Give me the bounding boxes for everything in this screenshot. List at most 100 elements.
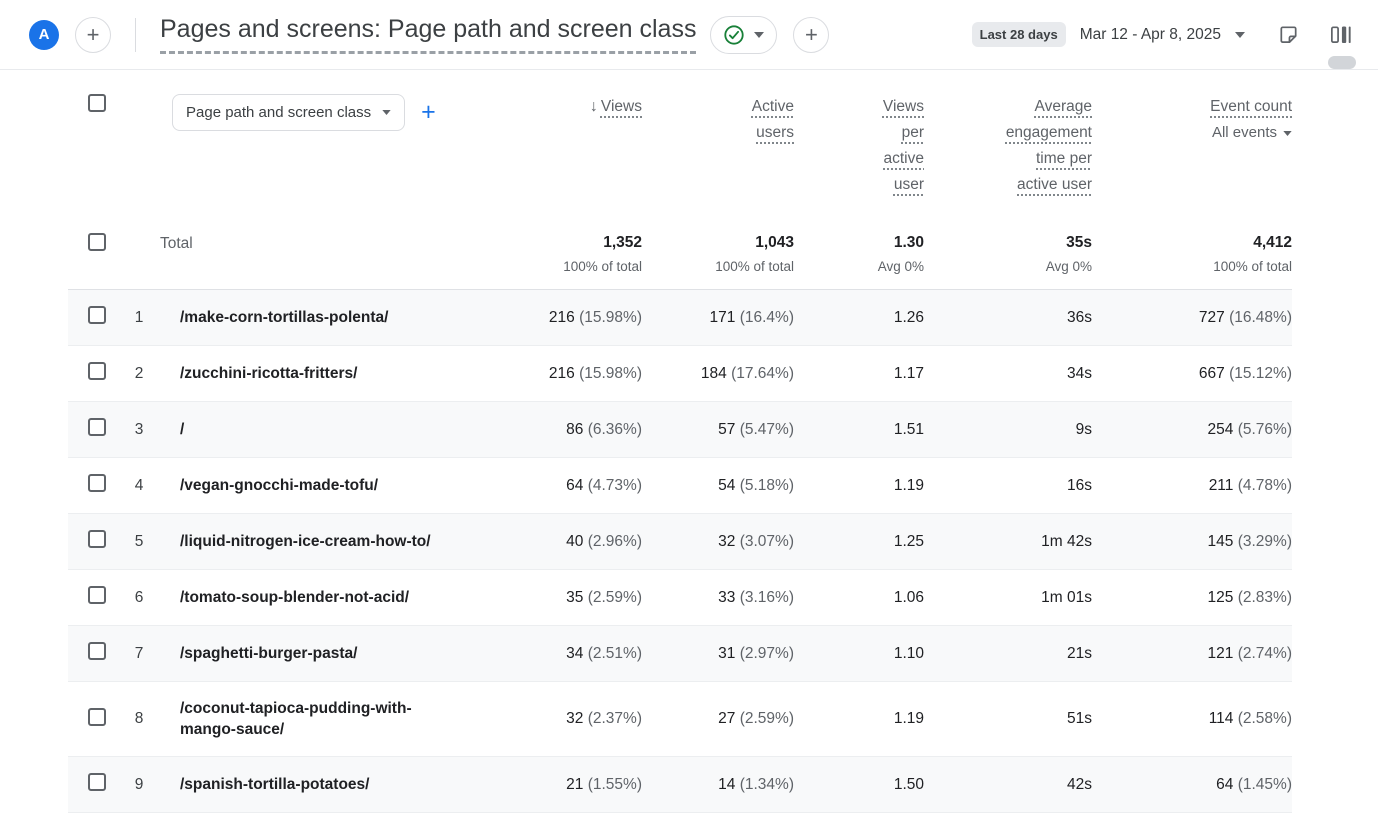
total-event-count: 4,412 100% of total xyxy=(1092,218,1292,290)
event-count-cell: 254 (5.76%) xyxy=(1092,402,1292,458)
table-header-row: Page path and screen class + ↓Views Acti… xyxy=(68,78,1292,218)
dimension-selector[interactable]: Page path and screen class xyxy=(172,94,405,131)
report-header: A + Pages and screens: Page path and scr… xyxy=(0,0,1378,70)
engagement-time-cell: 21s xyxy=(924,626,1092,682)
date-preset-badge: Last 28 days xyxy=(972,22,1066,47)
row-checkbox-cell xyxy=(68,290,118,346)
row-number: 5 xyxy=(118,514,160,570)
events-filter-dropdown[interactable]: All events xyxy=(1092,120,1292,146)
date-range-picker[interactable]: Last 28 days Mar 12 - Apr 8, 2025 xyxy=(972,22,1245,47)
row-number: 1 xyxy=(118,290,160,346)
page-path: /coconut-tapioca-pudding-with-mango-sauc… xyxy=(160,698,438,740)
total-row: Total 1,352 100% of total 1,043 100% of … xyxy=(68,218,1292,290)
row-checkbox[interactable] xyxy=(88,586,106,604)
page-path-cell: /zucchini-ricotta-fritters/ xyxy=(160,346,512,402)
table-row[interactable]: 4 /vegan-gnocchi-made-tofu/ 64 (4.73%) 5… xyxy=(68,458,1292,514)
row-number: 8 xyxy=(118,682,160,757)
active-users-cell: 54 (5.18%) xyxy=(642,458,794,514)
dimension-header: Page path and screen class + xyxy=(160,78,512,218)
page-path-cell: /coconut-tapioca-pudding-with-mango-sauc… xyxy=(160,682,512,757)
chevron-down-icon xyxy=(382,110,391,115)
report-table: Page path and screen class + ↓Views Acti… xyxy=(68,78,1292,813)
row-number: 4 xyxy=(118,458,160,514)
active-users-cell: 31 (2.97%) xyxy=(642,626,794,682)
total-views: 1,352 100% of total xyxy=(512,218,642,290)
views-per-user-cell: 1.06 xyxy=(794,570,924,626)
column-header-avg-engagement-time[interactable]: Average engagement time per active user xyxy=(924,78,1092,218)
note-icon[interactable] xyxy=(1277,23,1300,46)
table-row[interactable]: 5 /liquid-nitrogen-ice-cream-how-to/ 40 … xyxy=(68,514,1292,570)
active-users-cell: 33 (3.16%) xyxy=(642,570,794,626)
column-header-active-users[interactable]: Active users xyxy=(642,78,794,218)
row-checkbox[interactable] xyxy=(88,306,106,324)
row-checkbox-cell xyxy=(68,682,118,757)
column-header-views-per-active-user[interactable]: Views per active user xyxy=(794,78,924,218)
row-number: 3 xyxy=(118,402,160,458)
header-actions xyxy=(1277,23,1352,46)
event-count-cell: 64 (1.45%) xyxy=(1092,757,1292,813)
row-number: 6 xyxy=(118,570,160,626)
engagement-time-cell: 34s xyxy=(924,346,1092,402)
table-row[interactable]: 9 /spanish-tortilla-potatoes/ 21 (1.55%)… xyxy=(68,757,1292,813)
table-row[interactable]: 3 / 86 (6.36%) 57 (5.47%) 1.51 9s 254 (5… xyxy=(68,402,1292,458)
engagement-time-cell: 1m 42s xyxy=(924,514,1092,570)
page-path-cell: /liquid-nitrogen-ice-cream-how-to/ xyxy=(160,514,512,570)
views-cell: 86 (6.36%) xyxy=(512,402,642,458)
views-cell: 21 (1.55%) xyxy=(512,757,642,813)
comparison-icon[interactable] xyxy=(1328,23,1352,46)
event-count-cell: 121 (2.74%) xyxy=(1092,626,1292,682)
row-checkbox[interactable] xyxy=(88,362,106,380)
total-views-per-user: 1.30 Avg 0% xyxy=(794,218,924,290)
chevron-down-icon xyxy=(754,32,764,38)
row-checkbox-cell xyxy=(68,346,118,402)
add-secondary-dimension-icon[interactable]: + xyxy=(421,100,436,125)
avatar[interactable]: A xyxy=(29,20,59,50)
report-table-area: Page path and screen class + ↓Views Acti… xyxy=(0,70,1378,813)
active-users-cell: 32 (3.07%) xyxy=(642,514,794,570)
views-per-user-cell: 1.51 xyxy=(794,402,924,458)
views-cell: 35 (2.59%) xyxy=(512,570,642,626)
page-path: /tomato-soup-blender-not-acid/ xyxy=(160,587,438,608)
table-row[interactable]: 6 /tomato-soup-blender-not-acid/ 35 (2.5… xyxy=(68,570,1292,626)
row-checkbox[interactable] xyxy=(88,708,106,726)
active-users-cell: 184 (17.64%) xyxy=(642,346,794,402)
row-checkbox[interactable] xyxy=(88,418,106,436)
page-title: Pages and screens: Page path and screen … xyxy=(160,15,696,54)
engagement-time-cell: 1m 01s xyxy=(924,570,1092,626)
page-path-cell: /make-corn-tortillas-polenta/ xyxy=(160,290,512,346)
table-row[interactable]: 8 /coconut-tapioca-pudding-with-mango-sa… xyxy=(68,682,1292,757)
row-number: 7 xyxy=(118,626,160,682)
row-checkbox[interactable] xyxy=(88,773,106,791)
chevron-down-icon xyxy=(1283,131,1292,136)
engagement-time-cell: 51s xyxy=(924,682,1092,757)
total-checkbox[interactable] xyxy=(88,233,106,251)
views-per-user-cell: 1.50 xyxy=(794,757,924,813)
row-checkbox[interactable] xyxy=(88,642,106,660)
table-row[interactable]: 2 /zucchini-ricotta-fritters/ 216 (15.98… xyxy=(68,346,1292,402)
row-checkbox-cell xyxy=(68,757,118,813)
add-comparison-button[interactable]: + xyxy=(793,17,829,53)
total-active-users: 1,043 100% of total xyxy=(642,218,794,290)
table-row[interactable]: 1 /make-corn-tortillas-polenta/ 216 (15.… xyxy=(68,290,1292,346)
scrollbar-thumb[interactable] xyxy=(1328,56,1356,69)
add-button-left[interactable]: + xyxy=(75,17,111,53)
row-checkbox[interactable] xyxy=(88,530,106,548)
event-count-cell: 114 (2.58%) xyxy=(1092,682,1292,757)
dimension-selector-label: Page path and screen class xyxy=(186,103,371,122)
column-header-event-count[interactable]: Event count All events xyxy=(1092,78,1292,218)
select-all-checkbox[interactable] xyxy=(88,94,106,112)
report-status-pill[interactable] xyxy=(710,16,777,54)
page-path: /spaghetti-burger-pasta/ xyxy=(160,643,438,664)
engagement-time-cell: 16s xyxy=(924,458,1092,514)
total-label: Total xyxy=(160,218,512,290)
page-path: /spanish-tortilla-potatoes/ xyxy=(160,774,438,795)
row-checkbox[interactable] xyxy=(88,474,106,492)
plus-icon: + xyxy=(87,24,100,46)
views-cell: 32 (2.37%) xyxy=(512,682,642,757)
page-path-cell: /tomato-soup-blender-not-acid/ xyxy=(160,570,512,626)
views-cell: 216 (15.98%) xyxy=(512,290,642,346)
table-row[interactable]: 7 /spaghetti-burger-pasta/ 34 (2.51%) 31… xyxy=(68,626,1292,682)
page-path-cell: / xyxy=(160,402,512,458)
column-header-views[interactable]: ↓Views xyxy=(512,78,642,218)
page-path: / xyxy=(160,419,438,440)
